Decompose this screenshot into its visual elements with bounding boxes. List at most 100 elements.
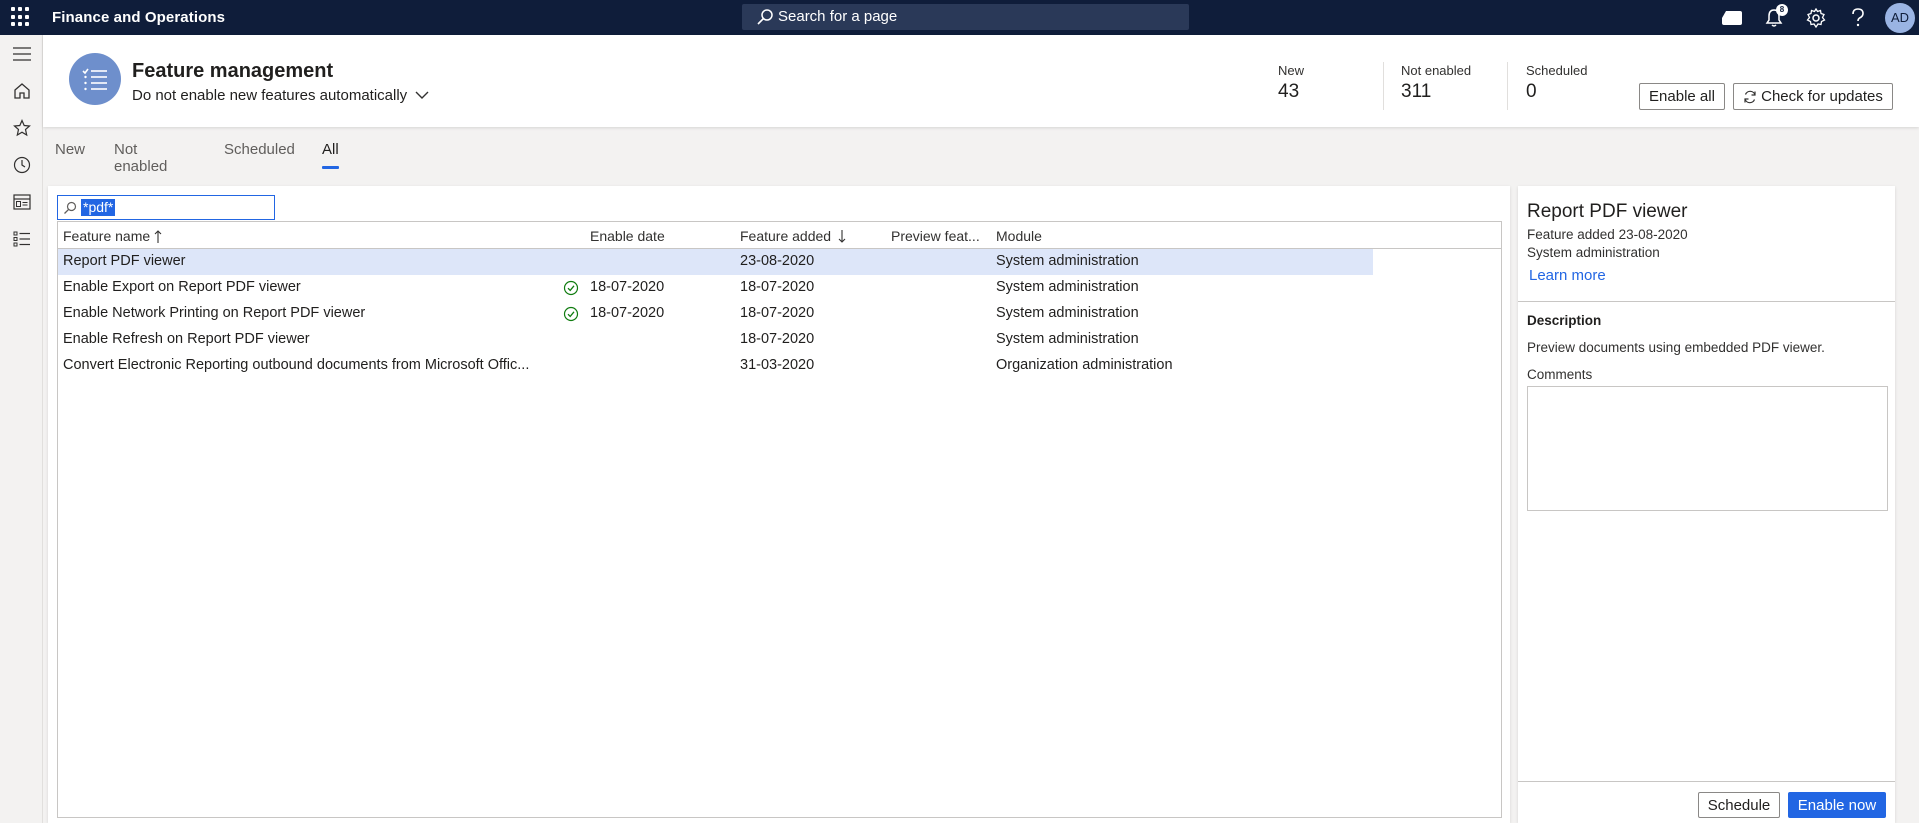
schedule-button[interactable]: Schedule bbox=[1698, 792, 1780, 818]
page-title: Feature management bbox=[132, 60, 334, 82]
cell-enable-date: 18-07-2020 bbox=[590, 279, 665, 295]
column-header-label: Feature added bbox=[740, 228, 832, 244]
table-row[interactable]: Enable Export on Report PDF viewer 18-07-… bbox=[58, 275, 1373, 301]
stat-value: 0 bbox=[1526, 81, 1537, 102]
nav-modules[interactable] bbox=[0, 220, 43, 257]
comments-label: Comments bbox=[1527, 367, 1593, 382]
tab-not-enabled[interactable]: Not enabled bbox=[114, 141, 167, 175]
stat-divider bbox=[1507, 62, 1508, 110]
column-header-module[interactable]: Module bbox=[996, 228, 1042, 244]
cell-feature-added: 31-03-2020 bbox=[740, 357, 815, 373]
global-search-placeholder: Search for a page bbox=[778, 8, 898, 25]
active-tab-indicator bbox=[322, 166, 339, 169]
cell-feature-added: 18-07-2020 bbox=[740, 279, 815, 295]
auto-enable-dropdown[interactable]: Do not enable new features automatically bbox=[132, 87, 429, 104]
notifications-button[interactable]: 8 bbox=[1753, 0, 1795, 35]
description-label: Description bbox=[1527, 313, 1602, 328]
sort-ascending-icon bbox=[154, 229, 162, 243]
feature-grid-panel: *pdf* Feature name Enable date Feature a… bbox=[48, 186, 1510, 823]
table-row[interactable]: Enable Refresh on Report PDF viewer 18-07… bbox=[58, 327, 1373, 353]
table-row[interactable]: Enable Network Printing on Report PDF vi… bbox=[58, 301, 1373, 327]
enable-all-button[interactable]: Enable all bbox=[1639, 83, 1725, 110]
sort-descending-icon bbox=[838, 229, 846, 243]
filter-value: *pdf* bbox=[81, 199, 116, 216]
tab-all[interactable]: All bbox=[322, 141, 339, 169]
expand-navigation-button[interactable] bbox=[0, 35, 43, 72]
enabled-check-icon bbox=[563, 306, 579, 322]
feature-management-icon bbox=[69, 53, 121, 105]
check-for-updates-label: Check for updates bbox=[1761, 88, 1883, 105]
stat-label: Scheduled bbox=[1526, 63, 1588, 78]
left-navigation bbox=[0, 35, 43, 823]
settings-button[interactable] bbox=[1795, 0, 1837, 35]
stat-scheduled: Scheduled 0 bbox=[1526, 63, 1587, 103]
search-icon bbox=[757, 9, 773, 25]
page-header: Feature management Do not enable new fea… bbox=[43, 35, 1919, 127]
cell-feature-added: 18-07-2020 bbox=[740, 305, 815, 321]
cell-feature-added: 23-08-2020 bbox=[740, 253, 815, 269]
filter-input[interactable]: *pdf* bbox=[57, 195, 275, 220]
cell-module: System administration bbox=[996, 279, 1139, 295]
details-module: System administration bbox=[1527, 245, 1660, 260]
comments-textarea[interactable] bbox=[1527, 386, 1888, 511]
tab-all-label: All bbox=[322, 141, 339, 158]
feature-details-panel: Report PDF viewer Feature added 23-08-20… bbox=[1518, 186, 1895, 823]
list-icon bbox=[13, 231, 30, 246]
stat-value: 311 bbox=[1401, 81, 1432, 102]
help-icon bbox=[1852, 7, 1864, 26]
divider bbox=[1518, 301, 1895, 302]
enabled-check-icon bbox=[563, 280, 579, 296]
enable-now-button[interactable]: Enable now bbox=[1788, 792, 1886, 818]
app-title[interactable]: Finance and Operations bbox=[52, 9, 225, 26]
stat-value: 43 bbox=[1278, 81, 1300, 102]
column-header-enable-date[interactable]: Enable date bbox=[590, 228, 665, 244]
auto-enable-label: Do not enable new features automatically bbox=[132, 87, 408, 104]
column-header-preview-feature[interactable]: Preview feat... bbox=[891, 228, 980, 244]
gear-icon bbox=[1806, 7, 1826, 28]
cell-feature-name: Report PDF viewer bbox=[63, 253, 186, 269]
workspace-icon bbox=[12, 193, 31, 210]
nav-workspaces[interactable] bbox=[0, 183, 43, 220]
cell-feature-name: Convert Electronic Reporting outbound do… bbox=[63, 357, 530, 373]
tab-scheduled[interactable]: Scheduled bbox=[224, 141, 295, 158]
table-row[interactable]: Convert Electronic Reporting outbound do… bbox=[58, 353, 1373, 379]
hamburger-icon bbox=[12, 46, 31, 61]
learn-more-link[interactable]: Learn more bbox=[1529, 267, 1606, 284]
details-title: Report PDF viewer bbox=[1527, 201, 1688, 222]
tab-new[interactable]: New bbox=[55, 141, 85, 158]
clock-icon bbox=[13, 156, 30, 173]
column-header-label: Preview feat... bbox=[891, 228, 980, 244]
star-icon bbox=[12, 118, 31, 136]
cell-module: System administration bbox=[996, 331, 1139, 347]
app-launcher-icon[interactable] bbox=[11, 7, 31, 27]
message-icon bbox=[1722, 10, 1742, 25]
stat-not-enabled: Not enabled 311 bbox=[1401, 63, 1471, 103]
description-text: Preview documents using embedded PDF vie… bbox=[1527, 340, 1825, 355]
column-header-feature-added[interactable]: Feature added bbox=[740, 228, 846, 244]
home-icon bbox=[13, 82, 30, 99]
column-header-label: Feature name bbox=[63, 228, 151, 244]
details-feature-added: Feature added 23-08-2020 bbox=[1527, 227, 1688, 242]
avatar[interactable]: AD bbox=[1885, 2, 1915, 33]
stat-label: New bbox=[1278, 63, 1305, 78]
check-for-updates-button[interactable]: Check for updates bbox=[1733, 83, 1893, 110]
global-search-box[interactable]: Search for a page bbox=[742, 4, 1189, 30]
nav-recent[interactable] bbox=[0, 146, 43, 183]
top-bar: Finance and Operations Search for a page… bbox=[0, 0, 1919, 35]
help-button[interactable] bbox=[1837, 0, 1879, 35]
table-row[interactable]: Report PDF viewer 23-08-2020 System admini… bbox=[58, 249, 1373, 275]
column-header-label: Enable date bbox=[590, 228, 665, 244]
column-header-label: Module bbox=[996, 228, 1042, 244]
column-header-feature-name[interactable]: Feature name bbox=[63, 228, 162, 244]
cell-module: System administration bbox=[996, 305, 1139, 321]
refresh-icon bbox=[1744, 90, 1756, 103]
cell-feature-name: Enable Network Printing on Report PDF vi… bbox=[63, 305, 366, 321]
nav-favorites[interactable] bbox=[0, 109, 43, 146]
search-icon bbox=[64, 201, 77, 214]
cell-module: System administration bbox=[996, 253, 1139, 269]
stat-new: New 43 bbox=[1278, 63, 1304, 103]
chevron-down-icon bbox=[415, 91, 429, 99]
message-button[interactable] bbox=[1711, 0, 1753, 35]
nav-home[interactable] bbox=[0, 72, 43, 109]
cell-feature-added: 18-07-2020 bbox=[740, 331, 815, 347]
